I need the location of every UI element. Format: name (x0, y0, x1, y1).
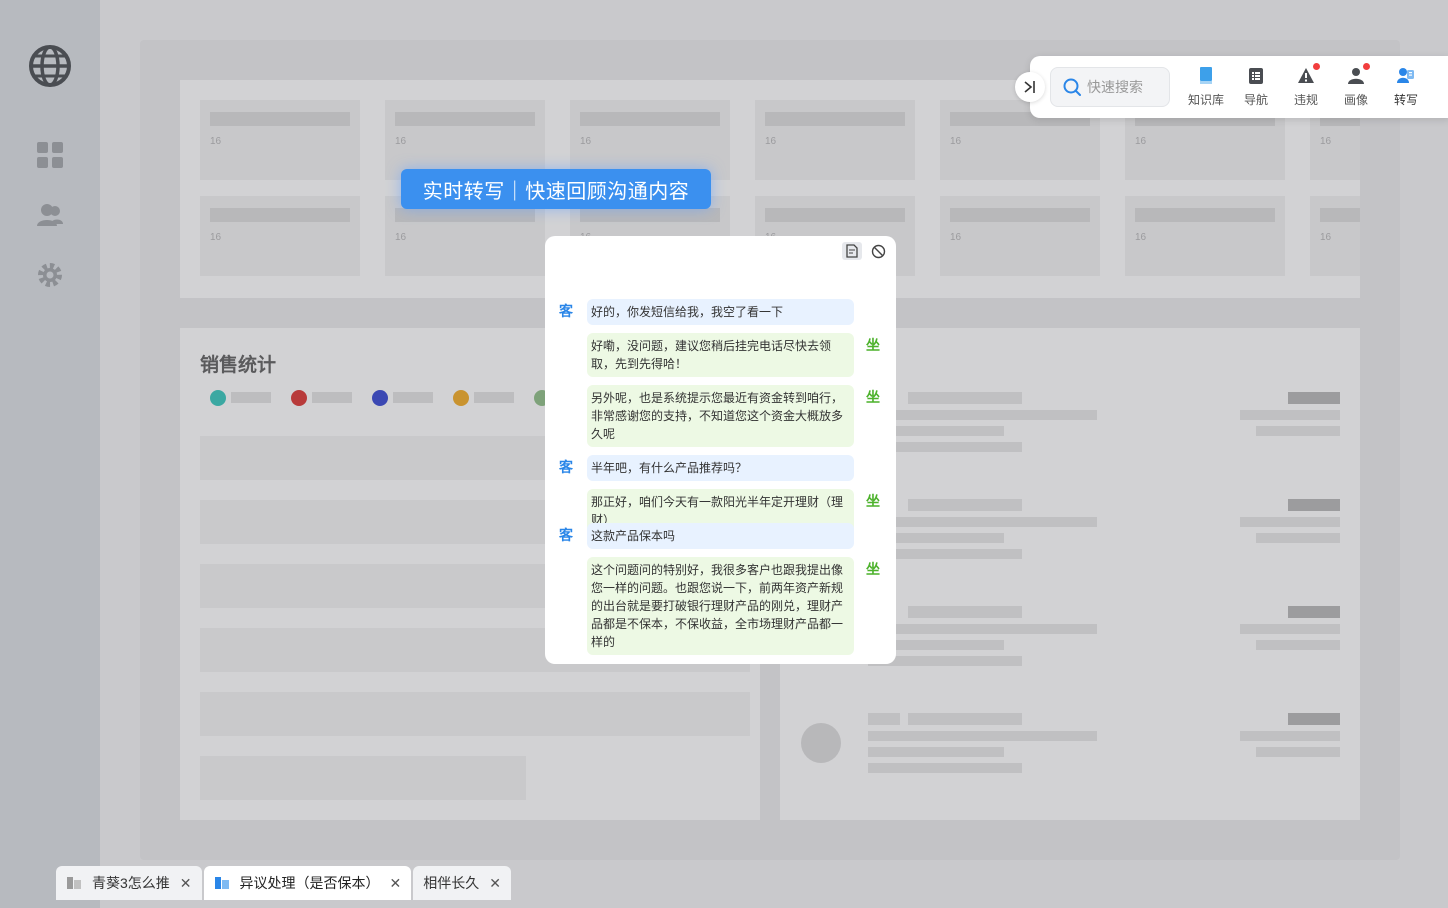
script-tabs: 青葵3怎么推 ✕ 异议处理（是否保本） ✕ 相伴长久 ✕ (56, 866, 513, 900)
customer-tag: 客 (559, 303, 573, 319)
transcription-panel: 客 好的，你发短信给我，我空了看一下 坐 好嘞，没问题，建议您稍后挂完电话尽快去… (545, 236, 896, 664)
close-icon[interactable]: ✕ (390, 875, 402, 892)
export-document-button[interactable] (842, 242, 862, 260)
agent-tag: 坐 (866, 337, 880, 353)
tool-violation[interactable]: 违规 (1281, 63, 1331, 110)
list-icon (1249, 68, 1263, 84)
collapse-right-icon (1024, 81, 1035, 93)
avatar (801, 723, 841, 763)
agent-tag: 坐 (866, 389, 880, 405)
tab-label: 异议处理（是否保本） (239, 875, 380, 891)
tab-label: 相伴长久 (423, 875, 480, 891)
close-icon[interactable]: ✕ (489, 875, 501, 892)
collapse-toolbar-button[interactable] (1015, 72, 1045, 102)
chat-message: 好嘞，没问题，建议您稍后挂完电话尽快去领取，先到先得哈！ (587, 333, 854, 377)
legend-dot (372, 390, 388, 406)
globe-icon[interactable] (28, 44, 72, 88)
tab-qingkui[interactable]: 青葵3怎么推 ✕ (56, 866, 202, 900)
search-input[interactable] (1087, 79, 1167, 95)
tool-transcribe[interactable]: 转写 (1381, 66, 1431, 110)
legend-dot (210, 390, 226, 406)
customer-tag: 客 (559, 527, 573, 543)
tab-label: 青葵3怎么推 (92, 875, 170, 891)
block-icon (871, 244, 885, 258)
legend-dot (453, 390, 469, 406)
search-icon (1063, 78, 1081, 96)
script-icon (67, 877, 81, 889)
chat-message: 半年吧，有什么产品推荐吗？ (587, 455, 854, 481)
tool-knowledge-base[interactable]: 知识库 (1181, 66, 1231, 110)
book-icon (1200, 67, 1212, 84)
dashboard-icon[interactable] (37, 142, 63, 168)
transcribe-icon (1397, 68, 1414, 83)
sales-title: 销售统计 (200, 355, 277, 376)
profile-icon (1348, 68, 1364, 84)
agent-tag: 坐 (866, 561, 880, 577)
chat-message: 这款产品保本吗 (587, 523, 854, 549)
block-button[interactable] (868, 242, 888, 260)
customer-tag: 客 (559, 459, 573, 475)
legend-dot (291, 390, 307, 406)
tool-navigation[interactable]: 导航 (1231, 66, 1281, 110)
chat-message: 另外呢，也是系统提示您最近有资金转到咱行，非常感谢您的支持，不知道您这个资金大概… (587, 385, 854, 447)
chat-message: 好的，你发短信给我，我空了看一下 (587, 299, 854, 325)
tab-objection-handling[interactable]: 异议处理（是否保本） ✕ (203, 866, 412, 900)
panel-tools (842, 242, 888, 260)
close-icon[interactable]: ✕ (180, 875, 192, 892)
script-icon (214, 877, 229, 889)
settings-icon[interactable] (37, 262, 63, 288)
quick-search[interactable] (1050, 67, 1170, 107)
feature-tooltip: 实时转写｜快速回顾沟通内容 (401, 169, 711, 209)
agent-tag: 坐 (866, 493, 880, 509)
tab-companionship[interactable]: 相伴长久 ✕ (413, 866, 511, 900)
left-sidebar (0, 0, 100, 908)
tool-profile[interactable]: 画像 (1331, 63, 1381, 110)
notification-badge (1313, 63, 1320, 70)
notification-badge (1363, 63, 1370, 70)
document-icon (846, 244, 858, 258)
warning-icon (1298, 68, 1314, 83)
chat-message: 这个问题问的特别好，我很多客户也跟我提出像您一样的问题。也跟您说一下，前两年资产… (587, 557, 854, 655)
users-icon[interactable] (37, 202, 63, 228)
assistant-toolbar: 知识库 导航 违规 画像 (1030, 56, 1448, 118)
